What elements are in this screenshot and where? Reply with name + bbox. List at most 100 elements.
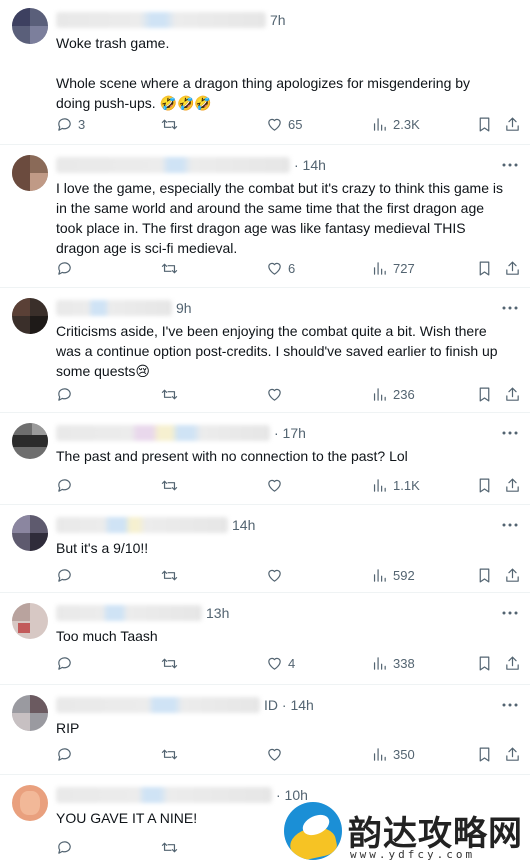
tweet-text: But it's a 9/10!! bbox=[56, 540, 149, 556]
avatar[interactable] bbox=[12, 695, 48, 731]
tweet-text: I love the game, especially the combat b… bbox=[56, 180, 507, 256]
avatar[interactable] bbox=[12, 423, 48, 459]
views-button[interactable]: 592 bbox=[371, 565, 415, 585]
heart-icon bbox=[268, 262, 281, 275]
share-button[interactable] bbox=[504, 384, 521, 404]
more-icon bbox=[502, 306, 518, 310]
tweet-text: The past and present with no connection … bbox=[56, 448, 408, 464]
reply-button[interactable] bbox=[56, 744, 78, 764]
retweet-button[interactable] bbox=[161, 653, 178, 673]
views-button[interactable]: 2.3K bbox=[371, 114, 420, 134]
retweet-button[interactable] bbox=[161, 384, 178, 404]
like-button[interactable] bbox=[266, 384, 288, 404]
tweet-text: Woke trash game. Whole scene where a dra… bbox=[56, 35, 471, 111]
share-icon bbox=[506, 656, 519, 670]
views-button[interactable]: 727 bbox=[371, 258, 415, 278]
views-button[interactable]: 350 bbox=[371, 744, 415, 764]
tweet-time[interactable]: · 17h bbox=[274, 425, 306, 441]
like-button[interactable]: 6 bbox=[266, 258, 295, 278]
bookmark-button[interactable] bbox=[476, 114, 493, 134]
avatar[interactable] bbox=[12, 155, 48, 191]
reply-button[interactable] bbox=[56, 837, 78, 857]
like-button[interactable] bbox=[266, 475, 288, 495]
reply-button[interactable] bbox=[56, 653, 78, 673]
tweet-6[interactable]: ID · 14h RIP 350 bbox=[0, 685, 530, 775]
heart-icon bbox=[268, 118, 281, 131]
reply-button[interactable] bbox=[56, 384, 78, 404]
tweet-time[interactable]: 9h bbox=[176, 300, 192, 316]
more-button[interactable] bbox=[500, 298, 520, 318]
tweet-text: Too much Taash bbox=[56, 628, 158, 644]
views-icon bbox=[373, 568, 386, 582]
tweet-actions: 3 65 2.3K bbox=[56, 114, 520, 134]
bookmark-icon bbox=[479, 478, 490, 492]
more-button[interactable] bbox=[500, 515, 520, 535]
like-button[interactable]: 65 bbox=[266, 114, 302, 134]
tweet-time[interactable]: 13h bbox=[206, 605, 229, 621]
views-count: 236 bbox=[393, 386, 415, 402]
more-button[interactable] bbox=[500, 603, 520, 623]
reply-button[interactable] bbox=[56, 565, 78, 585]
tweet-header: 14h bbox=[56, 515, 490, 535]
share-button[interactable] bbox=[504, 114, 521, 134]
like-button[interactable]: 4 bbox=[266, 653, 295, 673]
share-button[interactable] bbox=[504, 653, 521, 673]
retweet-icon bbox=[161, 480, 178, 490]
retweet-icon bbox=[161, 389, 178, 399]
views-button[interactable]: 236 bbox=[371, 384, 415, 404]
tweet-time[interactable]: 14h bbox=[232, 517, 255, 533]
views-button[interactable]: 338 bbox=[371, 653, 415, 673]
share-button[interactable] bbox=[504, 744, 521, 764]
bookmark-button[interactable] bbox=[476, 384, 493, 404]
views-count: 2.3K bbox=[393, 116, 420, 132]
retweet-icon bbox=[161, 749, 178, 759]
avatar[interactable] bbox=[12, 298, 48, 334]
avatar[interactable] bbox=[12, 8, 48, 44]
retweet-button[interactable] bbox=[161, 837, 178, 857]
retweet-button[interactable] bbox=[161, 565, 178, 585]
views-count: 592 bbox=[393, 567, 415, 583]
tweet-0[interactable]: 7h Woke trash game. Whole scene where a … bbox=[0, 0, 530, 145]
retweet-button[interactable] bbox=[161, 744, 178, 764]
bookmark-icon bbox=[479, 656, 490, 670]
views-button[interactable]: 1.1K bbox=[371, 475, 420, 495]
share-button[interactable] bbox=[504, 475, 521, 495]
tweet-time[interactable]: ID · 14h bbox=[264, 697, 314, 713]
bookmark-button[interactable] bbox=[476, 744, 493, 764]
share-icon bbox=[506, 261, 519, 275]
more-button[interactable] bbox=[500, 695, 520, 715]
share-button[interactable] bbox=[504, 565, 521, 585]
bookmark-button[interactable] bbox=[476, 258, 493, 278]
like-button[interactable] bbox=[266, 744, 288, 764]
watermark-url: www.ydfcy.com bbox=[350, 848, 476, 861]
reply-button[interactable]: 3 bbox=[56, 114, 85, 134]
bookmark-button[interactable] bbox=[476, 475, 493, 495]
reply-button[interactable] bbox=[56, 258, 78, 278]
views-icon bbox=[373, 747, 386, 761]
tweet-actions: 1.1K bbox=[56, 475, 520, 495]
avatar[interactable] bbox=[12, 603, 48, 639]
bookmark-button[interactable] bbox=[476, 653, 493, 673]
views-icon bbox=[373, 387, 386, 401]
reply-button[interactable] bbox=[56, 475, 78, 495]
retweet-button[interactable] bbox=[161, 114, 178, 134]
tweet-5[interactable]: 13h Too much Taash 4 338 bbox=[0, 593, 530, 685]
share-button[interactable] bbox=[504, 258, 521, 278]
tweet-4[interactable]: 14h But it's a 9/10!! 592 bbox=[0, 505, 530, 593]
bookmark-button[interactable] bbox=[476, 565, 493, 585]
tweet-time[interactable]: 7h bbox=[270, 12, 286, 28]
more-button[interactable] bbox=[500, 423, 520, 443]
like-button[interactable] bbox=[266, 565, 288, 585]
reply-icon bbox=[58, 568, 71, 582]
avatar[interactable] bbox=[12, 785, 48, 821]
retweet-button[interactable] bbox=[161, 258, 178, 278]
tweet-3[interactable]: · 17h The past and present with no conne… bbox=[0, 413, 530, 505]
tweet-actions: 236 bbox=[56, 384, 520, 404]
bookmark-icon bbox=[479, 747, 490, 761]
avatar[interactable] bbox=[12, 515, 48, 551]
tweet-1[interactable]: · 14h I love the game, especially the co… bbox=[0, 145, 530, 288]
retweet-button[interactable] bbox=[161, 475, 178, 495]
tweet-time[interactable]: · 14h bbox=[294, 157, 326, 173]
tweet-2[interactable]: 9h Criticisms aside, I've been enjoying … bbox=[0, 288, 530, 413]
more-button[interactable] bbox=[500, 155, 520, 175]
